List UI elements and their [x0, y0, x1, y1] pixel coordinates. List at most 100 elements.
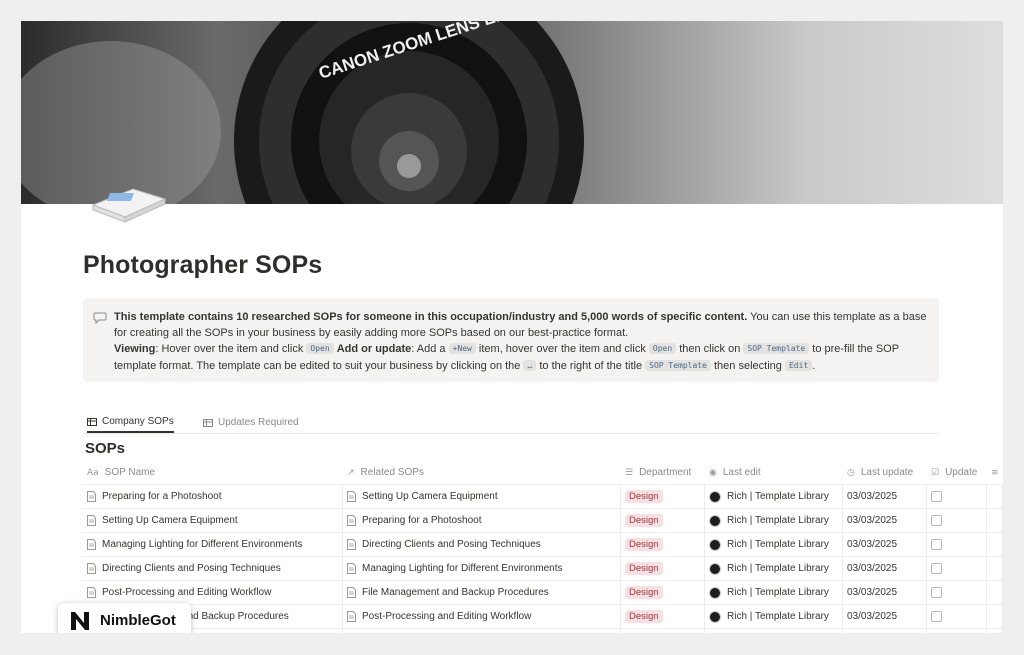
last-update-cell[interactable]: 03/03/2025 — [843, 629, 927, 633]
related-sop-cell[interactable]: Managing Lighting for Different Environm… — [343, 557, 621, 580]
extra-cell — [987, 581, 1003, 604]
tab-company-sops[interactable]: Company SOPs — [87, 412, 174, 433]
callout-text: to the right of the title — [536, 360, 646, 372]
sop-name-cell[interactable]: Post-Processing and Editing Workflow — [83, 581, 343, 604]
tab-label: Company SOPs — [102, 416, 174, 427]
sop-name-cell[interactable]: Managing Lighting for Different Environm… — [83, 533, 343, 556]
callout-paragraph-2: Viewing: Hover over the item and click O… — [114, 341, 927, 375]
related-sop-cell[interactable]: Directing Clients and Posing Techniques — [343, 533, 621, 556]
last-edit-cell[interactable]: Rich | Template Library — [705, 605, 843, 628]
update-checkbox[interactable] — [931, 563, 942, 574]
brand-badge[interactable]: NimbleGot — [58, 603, 191, 633]
department-cell[interactable]: Design — [621, 557, 705, 580]
page-icon — [87, 563, 96, 574]
sop-name: Managing Lighting for Different Environm… — [102, 539, 303, 550]
code-dots: … — [523, 360, 537, 371]
page-icon — [347, 611, 356, 622]
speech-bubble-icon — [93, 312, 107, 324]
related-sop-cell[interactable]: Preparing for a Photoshoot — [343, 509, 621, 532]
related-sop-cell[interactable]: Pricing, Contracts, and Payment Processi… — [343, 629, 621, 633]
last-edit-cell[interactable]: Rich | Template Library — [705, 629, 843, 633]
cover-image[interactable]: CANON ZOOM LENS EF-S 18-55mm 1:3.5-5.6 I… — [21, 21, 1003, 204]
table-row[interactable]: Client Communication and DeliveryPricing… — [83, 629, 1003, 633]
column-header-sop-name[interactable]: Aa SOP Name — [83, 461, 343, 484]
department-cell[interactable]: Design — [621, 629, 705, 633]
last-update-cell[interactable]: 03/03/2025 — [843, 581, 927, 604]
extra-cell — [987, 509, 1003, 532]
checkbox-icon: ☑ — [931, 467, 940, 478]
column-label: SOP Name — [104, 467, 156, 478]
avatar — [709, 610, 721, 623]
column-header-department[interactable]: ☰ Department — [621, 461, 705, 484]
related-sop-link[interactable]: Directing Clients and Posing Techniques — [362, 539, 541, 550]
last-edit-cell[interactable]: Rich | Template Library — [705, 581, 843, 604]
department-cell[interactable]: Design — [621, 509, 705, 532]
department-tag: Design — [625, 610, 663, 623]
related-sop-link[interactable]: Setting Up Camera Equipment — [362, 491, 498, 502]
department-cell[interactable]: Design — [621, 581, 705, 604]
tab-updates-required[interactable]: Updates Required — [203, 412, 299, 433]
last-update-cell[interactable]: 03/03/2025 — [843, 509, 927, 532]
related-sop-cell[interactable]: File Management and Backup Procedures — [343, 581, 621, 604]
last-update-cell[interactable]: 03/03/2025 — [843, 557, 927, 580]
last-update-cell[interactable]: 03/03/2025 — [843, 485, 927, 508]
column-label: Related SOPs — [360, 467, 424, 478]
department-tag: Design — [625, 514, 663, 527]
related-sop-cell[interactable]: Post-Processing and Editing Workflow — [343, 605, 621, 628]
last-edit-cell[interactable]: Rich | Template Library — [705, 557, 843, 580]
last-edit-cell[interactable]: Rich | Template Library — [705, 509, 843, 532]
avatar — [709, 538, 721, 551]
callout-text: . — [812, 360, 816, 372]
table-row[interactable]: File Management and Backup Procedures Pos… — [83, 605, 1003, 629]
database-title[interactable]: SOPs — [85, 440, 125, 457]
column-label: Last update — [860, 467, 914, 478]
related-sop-link[interactable]: Post-Processing and Editing Workflow — [362, 611, 531, 622]
page-title[interactable]: Photographer SOPs — [83, 251, 322, 280]
update-checkbox[interactable] — [931, 491, 942, 502]
last-edit-cell[interactable]: Rich | Template Library — [705, 533, 843, 556]
department-tag: Design — [625, 538, 663, 551]
sop-name-cell[interactable]: Setting Up Camera Equipment — [83, 509, 343, 532]
avatar — [709, 514, 721, 527]
clock-icon: ◷ — [847, 467, 855, 478]
table-row[interactable]: Post-Processing and Editing Workflow File… — [83, 581, 1003, 605]
table-header: Aa SOP Name ↗ Related SOPs ☰ Department ◉ La… — [83, 461, 1003, 485]
column-header-related-sops[interactable]: ↗ Related SOPs — [343, 461, 621, 484]
related-sop-cell[interactable]: Setting Up Camera Equipment — [343, 485, 621, 508]
sop-name-cell[interactable]: Directing Clients and Posing Techniques — [83, 557, 343, 580]
update-cell — [927, 557, 987, 580]
update-checkbox[interactable] — [931, 539, 942, 550]
table-row[interactable]: Preparing for a Photoshoot Setting Up Cam… — [83, 485, 1003, 509]
sop-name: Post-Processing and Editing Workflow — [102, 587, 272, 598]
page-icon — [347, 563, 356, 574]
column-header-extra[interactable]: ≡ — [987, 461, 1003, 484]
multi-select-icon: ☰ — [625, 467, 634, 478]
last-update-cell[interactable]: 03/03/2025 — [843, 605, 927, 628]
page-icon — [347, 587, 356, 598]
table-row[interactable]: Directing Clients and Posing Techniques M… — [83, 557, 1003, 581]
update-checkbox[interactable] — [931, 587, 942, 598]
extra-cell — [987, 629, 1003, 633]
update-checkbox[interactable] — [931, 515, 942, 526]
department-cell[interactable]: Design — [621, 485, 705, 508]
update-checkbox[interactable] — [931, 611, 942, 622]
column-header-last-edit[interactable]: ◉ Last edit — [705, 461, 843, 484]
table-row[interactable]: Setting Up Camera Equipment Preparing for… — [83, 509, 1003, 533]
department-cell[interactable]: Design — [621, 605, 705, 628]
sop-name: Directing Clients and Posing Techniques — [102, 563, 281, 574]
avatar — [709, 490, 721, 503]
department-cell[interactable]: Design — [621, 533, 705, 556]
table-row[interactable]: Managing Lighting for Different Environm… — [83, 533, 1003, 557]
related-sop-link[interactable]: Managing Lighting for Different Environm… — [362, 563, 562, 574]
related-sop-link[interactable]: File Management and Backup Procedures — [362, 587, 549, 598]
last-update-cell[interactable]: 03/03/2025 — [843, 533, 927, 556]
callout-text: : Hover over the item and click — [155, 343, 307, 355]
last-update-date: 03/03/2025 — [847, 539, 898, 550]
column-header-update[interactable]: ☑ Update — [927, 461, 987, 484]
sop-name-cell[interactable]: Preparing for a Photoshoot — [83, 485, 343, 508]
related-sop-link[interactable]: Preparing for a Photoshoot — [362, 515, 482, 526]
column-header-last-update[interactable]: ◷ Last update — [843, 461, 927, 484]
update-cell — [927, 605, 987, 628]
last-edit-cell[interactable]: Rich | Template Library — [705, 485, 843, 508]
editor-name: Rich | Template Library — [727, 491, 829, 502]
